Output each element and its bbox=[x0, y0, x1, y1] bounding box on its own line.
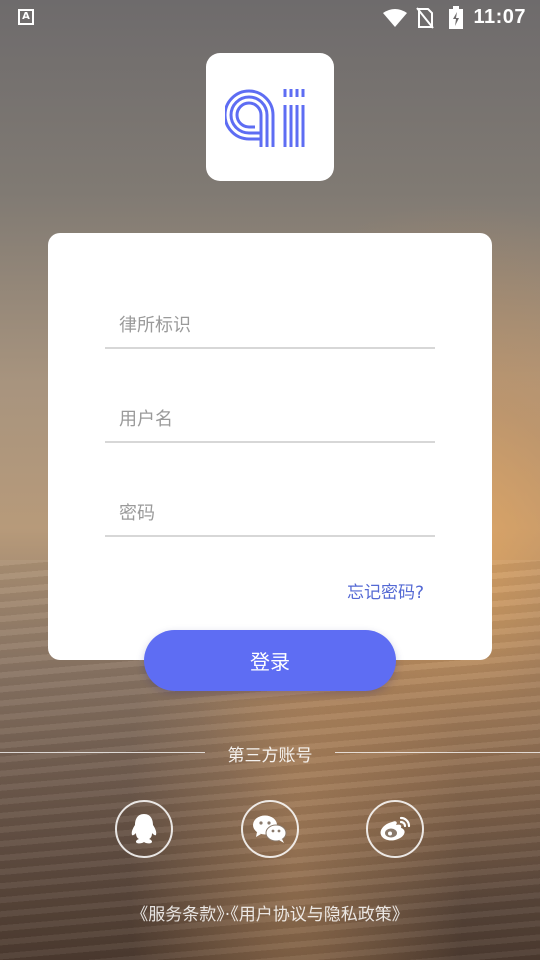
no-sim-icon bbox=[416, 7, 434, 29]
third-party-label: 第三方账号 bbox=[227, 746, 313, 766]
terms-footer: 《服务条款》·《用户协议与隐私政策》 bbox=[0, 900, 540, 925]
password-field bbox=[105, 493, 435, 537]
wechat-login-button[interactable] bbox=[241, 800, 299, 858]
wifi-icon bbox=[383, 9, 407, 27]
clock: 11:07 bbox=[473, 6, 526, 28]
a-icon: A bbox=[18, 9, 34, 25]
login-button[interactable]: 登录 bbox=[144, 630, 396, 691]
divider-line-left bbox=[0, 752, 205, 753]
weibo-icon bbox=[380, 816, 411, 841]
battery-charging-icon bbox=[449, 6, 463, 29]
username-field bbox=[105, 399, 435, 443]
wechat-icon bbox=[253, 815, 287, 843]
qq-login-button[interactable] bbox=[115, 800, 173, 858]
forgot-password-link[interactable]: 忘记密码? bbox=[347, 578, 424, 603]
weibo-login-button[interactable] bbox=[366, 800, 424, 858]
divider-line-right bbox=[335, 752, 540, 753]
app-logo bbox=[206, 53, 334, 181]
firm-id-input[interactable] bbox=[119, 305, 435, 345]
status-bar: A 11:07 bbox=[0, 0, 540, 36]
service-terms-link[interactable]: 《服务条款》 bbox=[131, 905, 225, 925]
qq-icon bbox=[131, 814, 157, 844]
privacy-policy-link[interactable]: 《用户协议与隐私政策》 bbox=[230, 905, 409, 925]
username-input[interactable] bbox=[119, 399, 435, 439]
firm-id-field bbox=[105, 305, 435, 349]
password-input[interactable] bbox=[119, 493, 435, 533]
login-card: 忘记密码? bbox=[48, 233, 492, 660]
ai-logo-icon bbox=[225, 89, 305, 147]
